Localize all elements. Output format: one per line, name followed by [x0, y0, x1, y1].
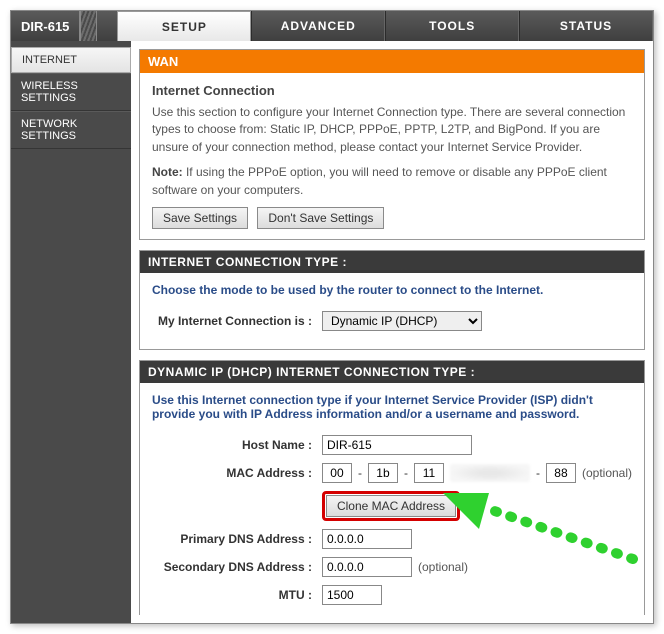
mac-seg-2-input[interactable]	[368, 463, 398, 483]
mac-address-row: MAC Address : - - - (optional)	[152, 463, 632, 483]
model-label: DIR-615	[11, 11, 81, 41]
mtu-label: MTU :	[152, 588, 322, 602]
body: INTERNET WIRELESS SETTINGS NETWORK SETTI…	[11, 41, 653, 623]
host-name-row: Host Name :	[152, 435, 632, 455]
tab-advanced[interactable]: ADVANCED	[251, 11, 385, 41]
mtu-row: MTU :	[152, 585, 632, 605]
conn-type-instruction: Choose the mode to be used by the router…	[152, 283, 632, 297]
sidebar-item-network[interactable]: NETWORK SETTINGS	[11, 111, 131, 149]
wan-description: Use this section to configure your Inter…	[152, 104, 632, 156]
conn-type-row: My Internet Connection is : Dynamic IP (…	[152, 311, 632, 331]
wan-note-text: If using the PPPoE option, you will need…	[152, 165, 607, 196]
secondary-dns-label: Secondary DNS Address :	[152, 560, 322, 574]
mac-hidden-segments	[450, 464, 530, 482]
panel-conn-type-body: Choose the mode to be used by the router…	[140, 273, 644, 349]
wan-subtitle: Internet Connection	[152, 83, 632, 98]
tab-setup[interactable]: SETUP	[117, 11, 251, 41]
sidebar-item-internet[interactable]: INTERNET	[11, 47, 131, 73]
mac-sep: -	[358, 466, 362, 480]
dont-save-settings-button[interactable]: Don't Save Settings	[257, 207, 384, 229]
panel-conn-type-title: INTERNET CONNECTION TYPE :	[140, 251, 644, 273]
panel-dhcp-body: Use this Internet connection type if you…	[140, 383, 644, 615]
top-nav: DIR-615 SETUP ADVANCED TOOLS STATUS	[11, 11, 653, 41]
mac-seg-6-input[interactable]	[546, 463, 576, 483]
primary-dns-input[interactable]	[322, 529, 412, 549]
primary-dns-label: Primary DNS Address :	[152, 532, 322, 546]
sdns-optional-label: (optional)	[418, 560, 468, 574]
dhcp-instruction: Use this Internet connection type if you…	[152, 393, 632, 421]
mac-sep: -	[404, 466, 408, 480]
secondary-dns-input[interactable]	[322, 557, 412, 577]
conn-type-select[interactable]: Dynamic IP (DHCP)	[322, 311, 482, 331]
clone-mac-highlight: Clone MAC Address	[322, 491, 460, 521]
mac-optional-label: (optional)	[582, 466, 632, 480]
panel-wan: WAN Internet Connection Use this section…	[139, 49, 645, 240]
router-admin-frame: DIR-615 SETUP ADVANCED TOOLS STATUS INTE…	[10, 10, 654, 624]
panel-wan-title: WAN	[140, 50, 644, 73]
panel-wan-body: Internet Connection Use this section to …	[140, 73, 644, 239]
mac-seg-3-input[interactable]	[414, 463, 444, 483]
save-settings-button[interactable]: Save Settings	[152, 207, 248, 229]
conn-type-label: My Internet Connection is :	[152, 314, 322, 328]
clone-mac-row: Clone MAC Address	[152, 491, 632, 521]
wan-note-label: Note:	[152, 165, 183, 179]
mac-address-label: MAC Address :	[152, 466, 322, 480]
secondary-dns-row: Secondary DNS Address : (optional)	[152, 557, 632, 577]
panel-dhcp: DYNAMIC IP (DHCP) INTERNET CONNECTION TY…	[139, 360, 645, 615]
mac-seg-1-input[interactable]	[322, 463, 352, 483]
wan-note: Note: If using the PPPoE option, you wil…	[152, 164, 632, 199]
top-nav-separator	[81, 11, 97, 41]
tab-tools[interactable]: TOOLS	[385, 11, 519, 41]
clone-mac-button[interactable]: Clone MAC Address	[326, 495, 456, 517]
primary-dns-row: Primary DNS Address :	[152, 529, 632, 549]
mtu-input[interactable]	[322, 585, 382, 605]
sidebar-item-wireless[interactable]: WIRELESS SETTINGS	[11, 73, 131, 111]
sidebar: INTERNET WIRELESS SETTINGS NETWORK SETTI…	[11, 41, 131, 623]
host-name-input[interactable]	[322, 435, 472, 455]
main-content: WAN Internet Connection Use this section…	[131, 41, 653, 623]
panel-dhcp-title: DYNAMIC IP (DHCP) INTERNET CONNECTION TY…	[140, 361, 644, 383]
mac-sep: -	[536, 466, 540, 480]
tab-status[interactable]: STATUS	[519, 11, 653, 41]
panel-conn-type: INTERNET CONNECTION TYPE : Choose the mo…	[139, 250, 645, 350]
spacer	[97, 11, 117, 41]
host-name-label: Host Name :	[152, 438, 322, 452]
